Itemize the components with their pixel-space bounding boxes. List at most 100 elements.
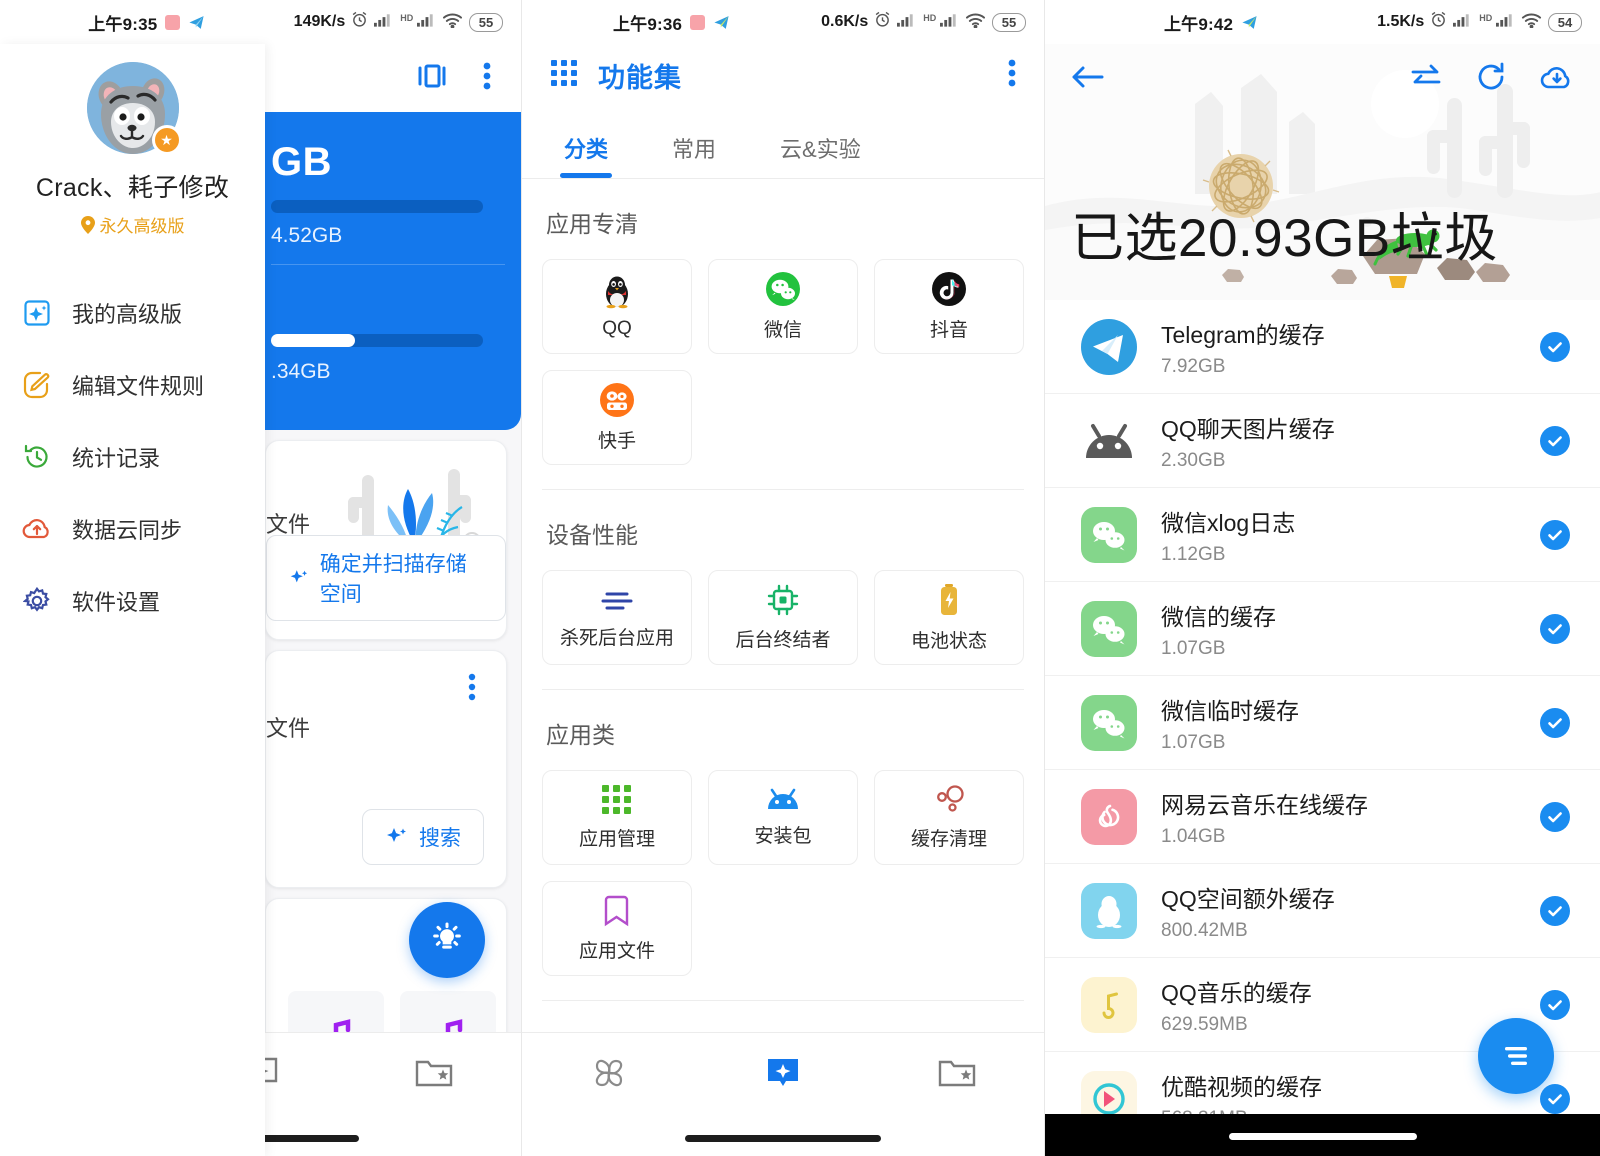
junk-item-list[interactable]: Telegram的缓存 7.92GB QQ聊天图片缓存 2.30GB 微信xlo…	[1045, 300, 1600, 1156]
sidebar-item-stats[interactable]: 统计记录	[0, 421, 265, 493]
list-item-size: 1.07GB	[1161, 731, 1226, 753]
pinwheel-icon	[595, 1059, 623, 1087]
list-item[interactable]: 网易云音乐在线缓存 1.04GB	[1045, 770, 1600, 864]
storage-summary-card[interactable]: GB 4.52GB .34GB	[265, 112, 521, 430]
signal-bars-icon	[374, 12, 393, 32]
signal-bars-hd-icon: HD	[1478, 12, 1515, 32]
tab-categories[interactable]: 分类	[550, 132, 622, 178]
list-item[interactable]: Telegram的缓存 7.92GB	[1045, 300, 1600, 394]
more-vertical-icon[interactable]	[1008, 58, 1016, 93]
tile-cache-clean[interactable]: 缓存清理	[874, 770, 1024, 865]
cloud-sync-icon	[22, 514, 52, 544]
tab-common[interactable]: 常用	[658, 132, 730, 178]
network-speed: 149K/s	[293, 13, 346, 30]
tile-qq[interactable]: QQ	[542, 259, 692, 354]
checkbox-checked[interactable]	[1540, 707, 1570, 738]
tile-douyin[interactable]: 抖音	[874, 259, 1024, 354]
list-item[interactable]: 微信的缓存 1.07GB	[1045, 582, 1600, 676]
checkbox-checked[interactable]	[1540, 801, 1570, 832]
list-item[interactable]: 微信xlog日志 1.12GB	[1045, 488, 1600, 582]
list-item-text: QQ空间额外缓存 800.42MB	[1161, 880, 1516, 942]
cache-bubbles-icon	[937, 785, 964, 812]
bookmark-icon	[604, 895, 629, 927]
storage-progress-track-2	[271, 334, 483, 347]
grid-apps-icon[interactable]	[550, 59, 578, 92]
telegram-notification-icon	[188, 14, 205, 31]
wifi-icon	[1521, 12, 1542, 33]
status-time: 上午9:42	[1163, 14, 1234, 34]
checkbox-checked[interactable]	[1540, 1083, 1570, 1114]
sort-fab-button[interactable]	[1478, 1018, 1554, 1094]
checkbox-checked[interactable]	[1540, 425, 1570, 456]
search-files-card[interactable]: 文件 搜索	[265, 650, 507, 888]
checkbox-checked[interactable]	[1540, 331, 1570, 362]
tile-label: QQ	[602, 317, 632, 339]
list-item-title: 网易云音乐在线缓存	[1161, 791, 1368, 818]
tile-label: 缓存清理	[910, 829, 987, 850]
scan-storage-button[interactable]: 确定并扫描存储空间	[266, 535, 506, 621]
netease-music-icon	[1081, 788, 1137, 845]
feature-set-scroll[interactable]: 应用专清 QQ 微信 抖音 快手 设备性能 杀死后台应用 后台终结者 电池状态 …	[522, 179, 1044, 1033]
tile-install-package[interactable]: 安装包	[708, 770, 858, 865]
scan-storage-card[interactable]: 文件 确定并扫描存储空间	[265, 440, 507, 640]
sidebar-item-settings[interactable]: 软件设置	[0, 565, 265, 637]
tile-wechat[interactable]: 微信	[708, 259, 858, 354]
search-card-label: 文件	[266, 716, 311, 741]
drawer-user-name: Crack、耗子修改	[35, 174, 230, 202]
more-vertical-icon[interactable]	[483, 61, 491, 96]
tile-kill-background-apps[interactable]: 杀死后台应用	[542, 570, 692, 665]
lightbulb-fab-button[interactable]	[409, 902, 485, 978]
section-title: 应用专清	[546, 211, 638, 237]
list-item-size: 1.12GB	[1161, 543, 1226, 565]
network-speed: 1.5K/s	[1377, 13, 1425, 30]
tile-app-management[interactable]: 应用管理	[542, 770, 692, 865]
alarm-icon	[874, 11, 891, 33]
tile-battery-status[interactable]: 电池状态	[874, 570, 1024, 665]
section-tiles: QQ 微信 抖音 快手	[522, 239, 1044, 489]
nav-tab-favorites[interactable]	[347, 1055, 521, 1091]
wifi-icon	[442, 12, 463, 33]
nav-tab-favorites[interactable]	[870, 1055, 1044, 1091]
checkbox-checked[interactable]	[1540, 989, 1570, 1020]
sidebar-item-premium[interactable]: 我的高级版	[0, 277, 265, 349]
sidebar-item-cloud-sync[interactable]: 数据云同步	[0, 493, 265, 565]
nav-tab-home[interactable]	[522, 1051, 696, 1095]
gesture-home-indicator[interactable]	[1228, 1133, 1417, 1140]
refresh-icon[interactable]	[1476, 62, 1506, 97]
battery-bolt-icon	[941, 584, 957, 615]
checkbox-checked[interactable]	[1540, 613, 1570, 644]
sidebar-item-edit-rules[interactable]: 编辑文件规则	[0, 349, 265, 421]
search-button[interactable]: 搜索	[362, 809, 484, 865]
tile-app-files[interactable]: 应用文件	[542, 881, 692, 976]
feature-set-appbar: 功能集	[522, 44, 1044, 106]
tile-background-terminator[interactable]: 后台终结者	[708, 570, 858, 665]
avatar[interactable]: ★	[86, 62, 182, 155]
qq-penguin-icon	[606, 276, 628, 308]
list-item[interactable]: QQ聊天图片缓存 2.30GB	[1045, 394, 1600, 488]
list-item-text: Telegram的缓存 7.92GB	[1161, 316, 1516, 378]
signal-bars-hd-icon: HD	[922, 12, 959, 32]
storage-used-text: 4.52GB	[271, 224, 343, 247]
section-title: 设备性能	[546, 522, 638, 548]
checkbox-checked[interactable]	[1540, 895, 1570, 926]
gesture-home-indicator[interactable]	[685, 1135, 881, 1142]
list-item[interactable]: QQ空间额外缓存 800.42MB	[1045, 864, 1600, 958]
list-item-text: QQ音乐的缓存 629.59MB	[1161, 974, 1516, 1036]
swap-arrows-icon[interactable]	[1410, 64, 1442, 95]
more-vertical-icon[interactable]	[468, 673, 476, 706]
list-item[interactable]: 微信临时缓存 1.07GB	[1045, 676, 1600, 770]
gesture-nav-bar	[1045, 1114, 1600, 1156]
tile-label: 安装包	[754, 826, 812, 847]
sparkle-icon	[290, 570, 308, 583]
tile-label: 抖音	[929, 320, 968, 341]
tile-kuaishou[interactable]: 快手	[542, 370, 692, 465]
check-icon	[1548, 1093, 1562, 1104]
nav-tab-clean[interactable]	[696, 1053, 870, 1093]
list-item-text: 微信xlog日志 1.12GB	[1161, 504, 1516, 566]
tab-cloud-lab[interactable]: 云&实验	[766, 132, 875, 178]
checkbox-checked[interactable]	[1540, 519, 1570, 550]
back-arrow-icon[interactable]	[1071, 63, 1105, 96]
columns-layout-icon[interactable]	[415, 61, 449, 96]
settings-gear-icon	[22, 586, 52, 616]
cloud-download-icon[interactable]	[1540, 63, 1574, 96]
